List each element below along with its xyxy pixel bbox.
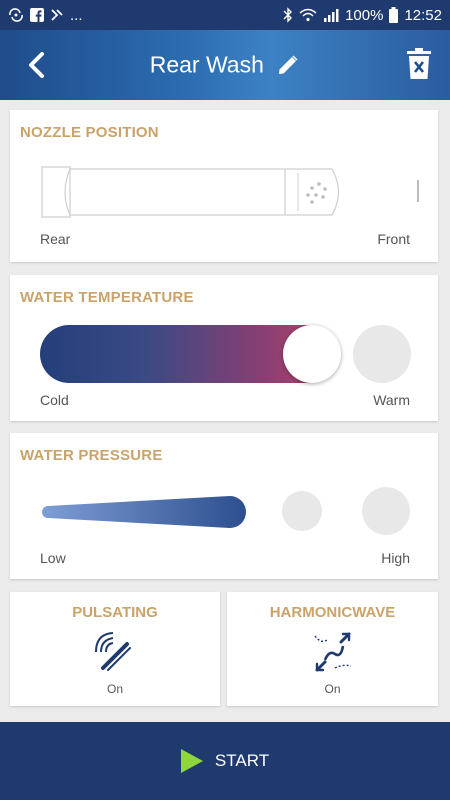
pulsating-state: On (106, 682, 123, 696)
pressure-step-medium[interactable] (282, 491, 322, 531)
facebook-icon (30, 8, 44, 22)
water-pressure-card: WATER PRESSURE Low High (10, 433, 438, 579)
temperature-warm-label: Warm (373, 392, 410, 408)
water-temperature-card: WATER TEMPERATURE Cold Warm (10, 275, 438, 421)
harmonicwave-icon (313, 632, 351, 672)
delete-button[interactable] (406, 48, 432, 80)
pencil-icon (279, 55, 298, 74)
temperature-cold-label: Cold (40, 392, 69, 408)
pressure-low-label: Low (40, 550, 66, 566)
pulsating-title: PULSATING (72, 604, 158, 621)
water-temperature-title: WATER TEMPERATURE (20, 289, 194, 306)
pressure-step-high[interactable] (362, 487, 410, 535)
water-pressure-title: WATER PRESSURE (20, 447, 163, 464)
sync-icon (8, 8, 24, 22)
app-header: Rear Wash (0, 30, 450, 100)
wifi-icon (299, 8, 317, 22)
nozzle-rear-label: Rear (40, 231, 71, 247)
pulsating-toggle[interactable]: PULSATING On (10, 592, 220, 706)
battery-icon (389, 7, 399, 23)
harmonicwave-toggle[interactable]: HARMONICWAVE On (227, 592, 438, 706)
harmonicwave-title: HARMONICWAVE (269, 604, 396, 621)
battery-level: 100% (345, 6, 384, 24)
title-area: Rear Wash (0, 50, 450, 78)
signal-icon (323, 8, 339, 22)
temperature-slider-thumb[interactable] (283, 325, 341, 383)
nozzle-front-label: Front (377, 231, 410, 247)
status-bar: ... 100% 12:52 (0, 0, 450, 30)
start-button[interactable]: START (0, 722, 450, 800)
nozzle-front-marker (417, 180, 419, 202)
trash-icon (407, 48, 431, 79)
bluetooth-icon (283, 7, 293, 23)
harmonicwave-state: On (324, 682, 341, 696)
nozzle-slider[interactable] (40, 165, 420, 221)
pulsating-icon (95, 632, 131, 671)
page-title: Rear Wash (149, 51, 264, 78)
download-icon (50, 8, 64, 22)
start-label: START (214, 751, 270, 770)
temperature-step-warm[interactable] (353, 325, 411, 383)
nozzle-head-icon (306, 182, 327, 204)
nozzle-position-card: NOZZLE POSITION Rear Front (10, 110, 438, 262)
pressure-slider-track[interactable] (40, 493, 246, 529)
overflow-indicator: ... (70, 6, 83, 24)
clock: 12:52 (404, 6, 442, 24)
play-icon (180, 749, 203, 773)
nozzle-position-title: NOZZLE POSITION (20, 124, 159, 141)
pressure-high-label: High (381, 550, 410, 566)
edit-title-button[interactable] (276, 53, 300, 77)
